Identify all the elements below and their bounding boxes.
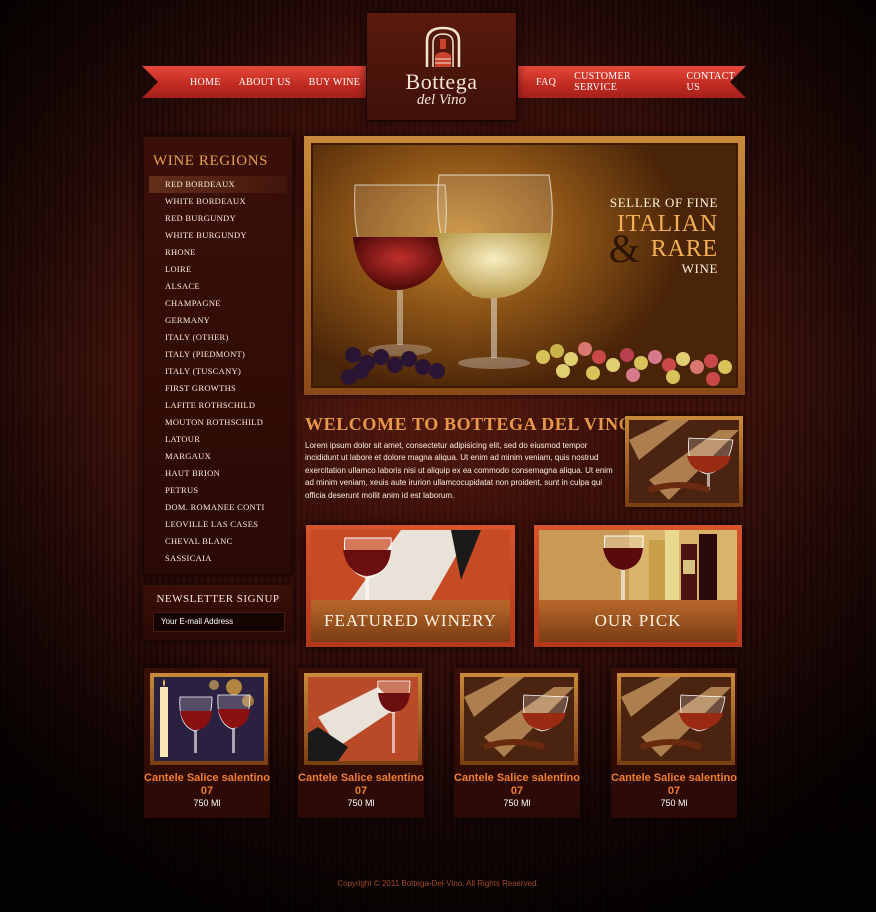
nav-buy-wine[interactable]: Buy Wine (309, 77, 361, 88)
our-pick-card[interactable]: Our Pick (534, 525, 742, 647)
hero-banner: Seller of Fine Italian Rare Wine & (304, 136, 745, 395)
product-size: 750 Ml (660, 798, 688, 808)
region-link[interactable]: Red Burgundy (143, 210, 293, 227)
wine-glass-photo (629, 420, 739, 503)
product-name: Cantele Salice salentino 07 (454, 772, 580, 797)
our-pick-photo (539, 530, 737, 600)
wine-glass-shadow-photo (621, 677, 731, 761)
region-link[interactable]: Italy (other) (143, 329, 293, 346)
region-link[interactable]: Latour (143, 431, 293, 448)
product-size: 750 Ml (503, 798, 531, 808)
wine-glass-shadow-photo (464, 677, 574, 761)
product-thumbnail (150, 673, 268, 765)
region-link[interactable]: Champagne (143, 295, 293, 312)
region-link[interactable]: Cheval Blanc (143, 533, 293, 550)
copyright: Copyright © 2011 Bottega-Del-Vino. All R… (337, 879, 539, 888)
product-thumbnail (460, 673, 578, 765)
welcome-text: Lorem ipsum dolor sit amet, consectetur … (305, 441, 613, 500)
region-link[interactable]: Italy (Piedmont) (143, 346, 293, 363)
region-link[interactable]: Alsace (143, 278, 293, 295)
product-card[interactable]: Cantele Salice salentino 07 750 Ml (454, 668, 580, 818)
wine-regions-title: Wine Regions (153, 153, 269, 169)
featured-winery-photo (311, 530, 510, 600)
hero-line-seller: Seller of Fine (609, 195, 718, 210)
welcome-title: Welcome to Bottega del Vino (305, 414, 634, 434)
candles-wine-photo (154, 677, 264, 761)
region-link[interactable]: First Growths (143, 380, 293, 397)
newsletter-panel: Newsletter Signup Your E-mail Address (143, 585, 293, 640)
product-name: Cantele Salice salentino 07 (611, 772, 737, 797)
region-link[interactable]: Petrus (143, 482, 293, 499)
region-link[interactable]: White Burgundy (143, 227, 293, 244)
hero-ampersand: & (608, 226, 640, 271)
logo[interactable]: Bottega del Vino (366, 12, 517, 121)
product-thumbnail (304, 673, 422, 765)
featured-winery-card[interactable]: Featured Winery (306, 525, 515, 647)
region-link[interactable]: Red Bordeaux (149, 176, 287, 193)
region-link[interactable]: Germany (143, 312, 293, 329)
region-link[interactable]: Italy (Tuscany) (143, 363, 293, 380)
product-card[interactable]: Cantele Salice salentino 07 750 Ml (298, 668, 424, 818)
featured-winery-label: Featured Winery (311, 600, 510, 642)
region-link[interactable]: Lafite Rothschild (143, 397, 293, 414)
region-link[interactable]: Haut Brion (143, 465, 293, 482)
email-field[interactable]: Your E-mail Address (153, 612, 285, 632)
region-link[interactable]: Mouton Rothschild (143, 414, 293, 431)
product-card[interactable]: Cantele Salice salentino 07 750 Ml (144, 668, 270, 818)
hero-image: Seller of Fine Italian Rare Wine & (311, 143, 738, 388)
region-link[interactable]: Rhone (143, 244, 293, 261)
arch-logo-icon (425, 26, 461, 67)
wine-bottles-illustration (539, 530, 737, 600)
product-size: 750 Ml (193, 798, 221, 808)
nav-faq[interactable]: Faq (536, 77, 556, 88)
product-size: 750 Ml (347, 798, 375, 808)
product-name: Cantele Salice salentino 07 (144, 772, 270, 797)
region-link[interactable]: Loire (143, 261, 293, 278)
welcome-image (625, 416, 743, 507)
nav-home[interactable]: Home (190, 77, 221, 88)
product-thumbnail (617, 673, 735, 765)
region-link[interactable]: White Bordeaux (143, 193, 293, 210)
bottle-glass-photo (308, 677, 418, 761)
nav-ribbon-right: Faq Customer Service Contact Us (518, 66, 746, 98)
newsletter-title: Newsletter Signup (156, 593, 280, 605)
region-link[interactable]: Leoville Las Cases (143, 516, 293, 533)
region-link[interactable]: Margaux (143, 448, 293, 465)
logo-subtitle: del Vino (416, 92, 467, 108)
region-link[interactable]: Dom. Romanee Conti (143, 499, 293, 516)
nav-ribbon-left: Home About Us Buy Wine (142, 66, 366, 98)
our-pick-label: Our Pick (539, 600, 737, 642)
nav-about-us[interactable]: About Us (239, 77, 291, 88)
wine-regions-panel: Wine Regions Red Bordeaux White Bordeaux R… (143, 136, 293, 576)
wine-pour-illustration (311, 530, 510, 600)
product-card[interactable]: Cantele Salice salentino 07 750 Ml (611, 668, 737, 818)
product-name: Cantele Salice salentino 07 (298, 772, 424, 797)
wine-regions-list: Red Bordeaux White Bordeaux Red Burgundy Wh… (143, 176, 293, 567)
region-link[interactable]: Sassicaia (143, 550, 293, 567)
nav-customer-service[interactable]: Customer Service (574, 71, 668, 93)
